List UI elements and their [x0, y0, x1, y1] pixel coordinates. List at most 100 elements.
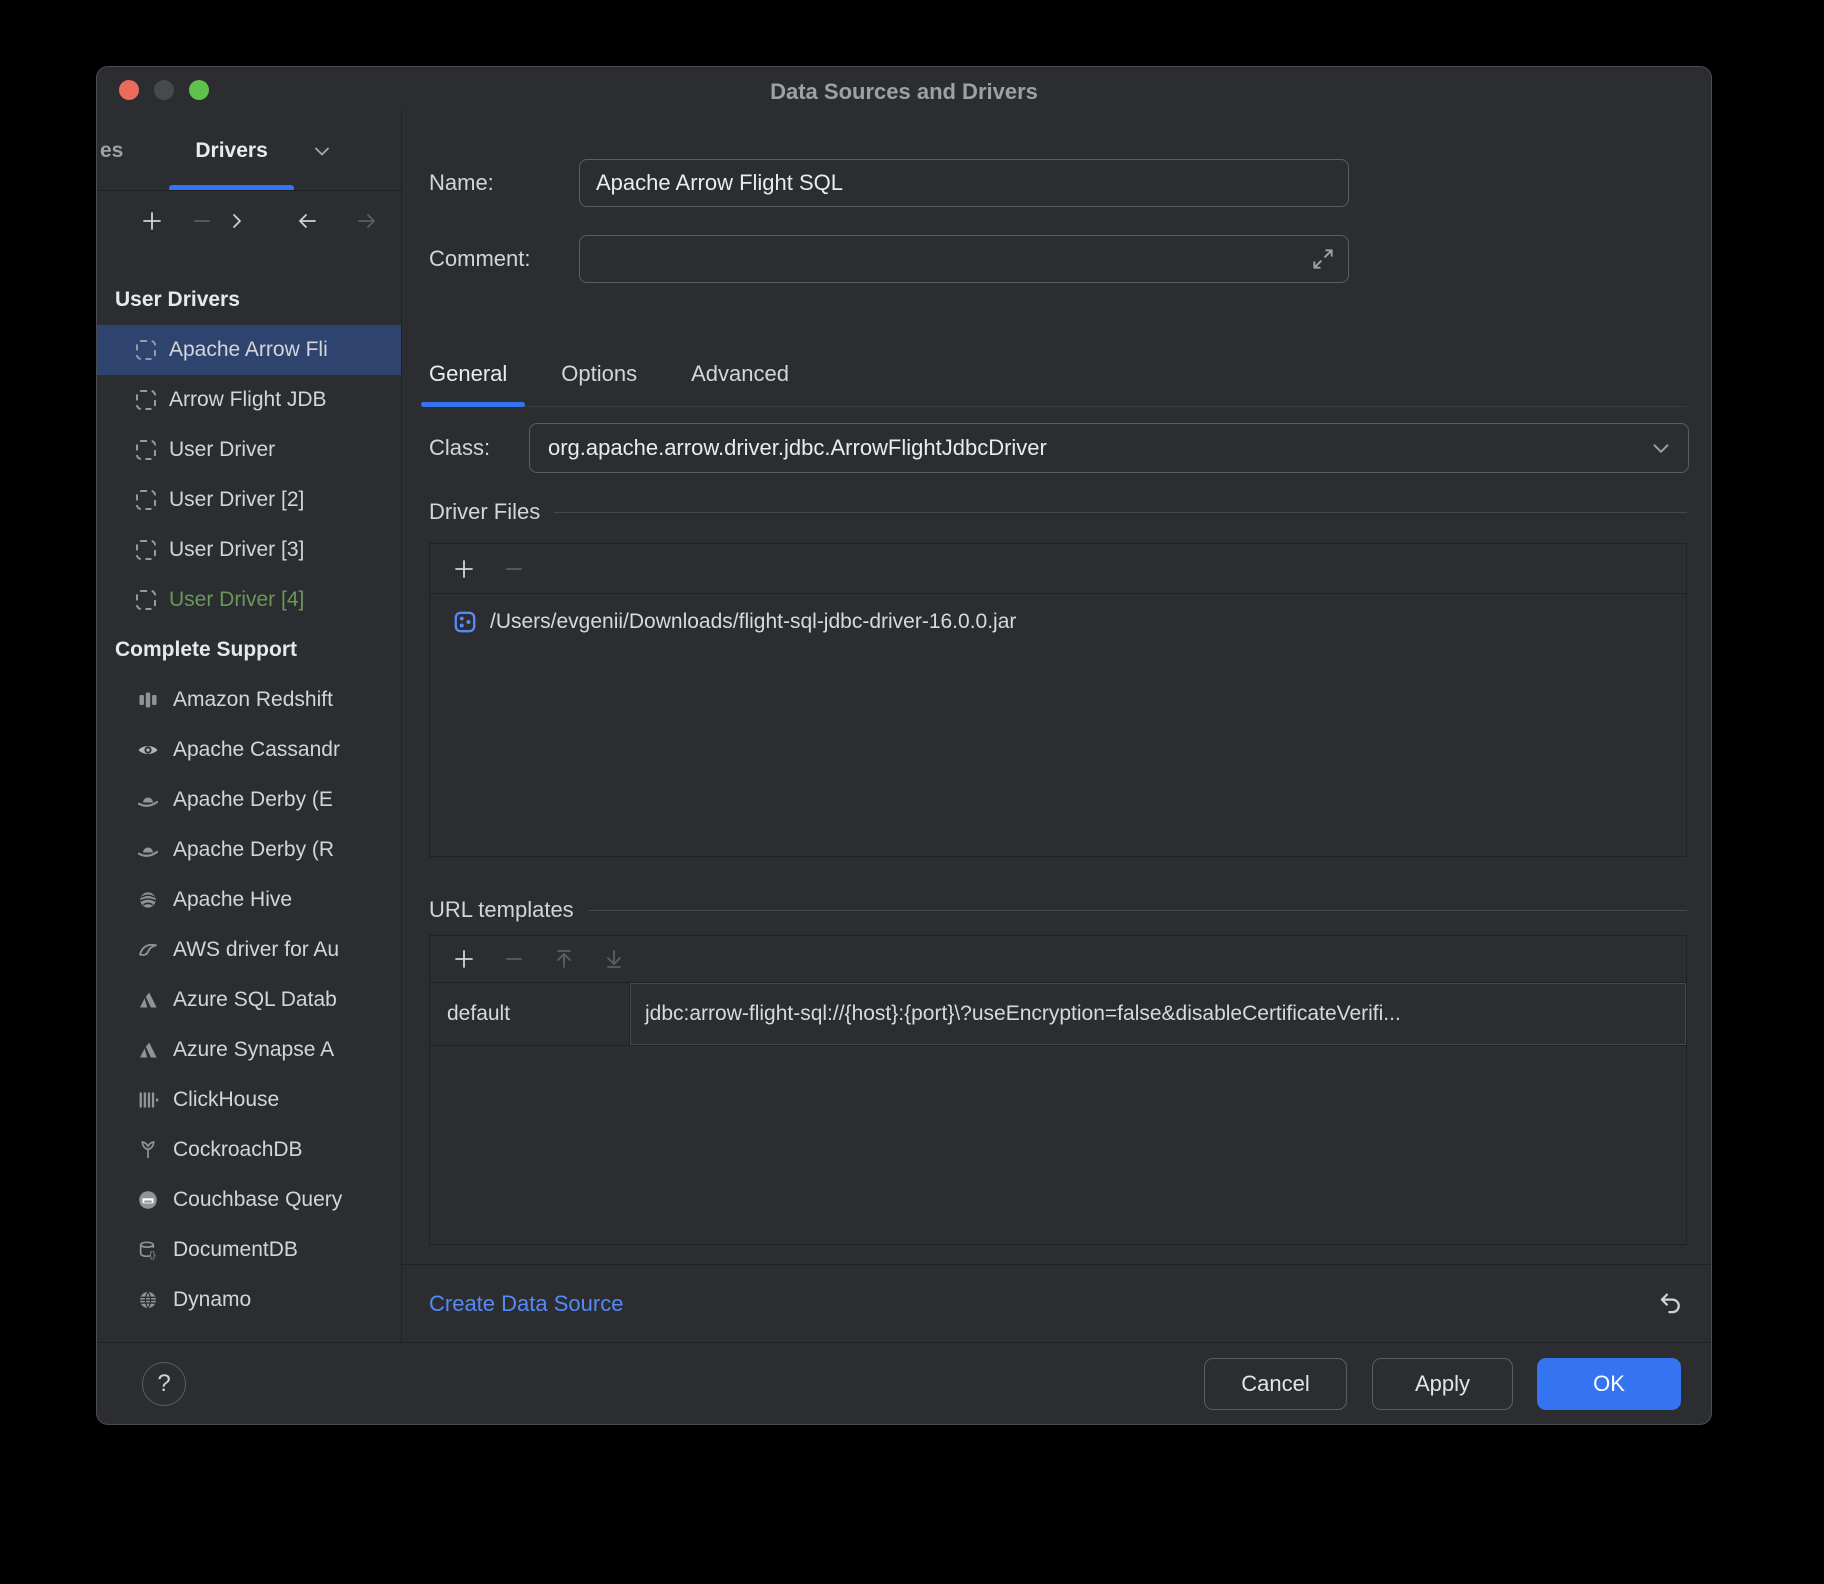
driver-list: User DriversApache Arrow FliArrow Flight…: [97, 251, 401, 1342]
driver-list-item[interactable]: Apache Derby (E: [97, 775, 401, 825]
driver-list-item[interactable]: Apache Arrow Fli: [97, 325, 401, 375]
driver-file-row[interactable]: /Users/evgenii/Downloads/flight-sql-jdbc…: [430, 600, 1686, 644]
add-icon[interactable]: [452, 947, 476, 971]
driver-list-item[interactable]: Azure Synapse A: [97, 1025, 401, 1075]
tab-options-label: Options: [561, 361, 637, 387]
section-rule: [554, 512, 1687, 513]
move-up-icon[interactable]: [552, 947, 576, 971]
driver-item-label: Azure Synapse A: [173, 1038, 334, 1062]
driver-files-toolbar: [430, 544, 1686, 594]
driver-list-item[interactable]: Apache Derby (R: [97, 825, 401, 875]
active-tab-underline: [169, 185, 293, 190]
data-sources-and-drivers-dialog: Data Sources and Drivers es Drivers User…: [96, 66, 1712, 1425]
add-icon[interactable]: [452, 557, 476, 581]
driver-files-box: /Users/evgenii/Downloads/flight-sql-jdbc…: [429, 543, 1687, 857]
name-label: Name:: [429, 170, 579, 196]
driver-item-label: User Driver: [169, 438, 275, 462]
driver-list-item[interactable]: Apache Cassandr: [97, 725, 401, 775]
tab-advanced-label: Advanced: [691, 361, 789, 387]
driver-detail-panel: Name: Apache Arrow Flight SQL Comment:: [402, 111, 1711, 1342]
section-header-complete-support: Complete Support: [97, 625, 401, 675]
jdbc-driver-icon: [136, 490, 156, 510]
tab-drivers[interactable]: Drivers: [169, 111, 293, 190]
url-templates-toolbar: [430, 936, 1686, 983]
forward-icon[interactable]: [355, 209, 379, 233]
add-icon[interactable]: [140, 209, 164, 233]
driver-list-item[interactable]: {}DocumentDB: [97, 1225, 401, 1275]
window-controls: [119, 80, 209, 100]
driver-list-item[interactable]: Azure SQL Datab: [97, 975, 401, 1025]
name-input[interactable]: Apache Arrow Flight SQL: [579, 159, 1349, 207]
driver-list-item[interactable]: Apache Hive: [97, 875, 401, 925]
undo-icon[interactable]: [1655, 1289, 1685, 1319]
jar-file-icon: [452, 609, 478, 635]
driver-item-label: Apache Hive: [173, 888, 292, 912]
apply-button[interactable]: Apply: [1372, 1358, 1513, 1410]
minimize-window-button[interactable]: [154, 80, 174, 100]
move-down-icon[interactable]: [602, 947, 626, 971]
redshift-icon: [136, 688, 160, 712]
driver-list-item[interactable]: Arrow Flight JDB: [97, 375, 401, 425]
chevron-down-icon[interactable]: [310, 139, 334, 163]
cancel-button[interactable]: Cancel: [1204, 1358, 1347, 1410]
help-button[interactable]: ?: [142, 1362, 186, 1406]
derby-icon: [136, 838, 160, 862]
driver-item-label: User Driver [3]: [169, 538, 304, 562]
name-value: Apache Arrow Flight SQL: [596, 170, 843, 196]
driver-list-item[interactable]: User Driver [4]: [97, 575, 401, 625]
ok-button[interactable]: OK: [1537, 1358, 1681, 1410]
class-dropdown[interactable]: org.apache.arrow.driver.jdbc.ArrowFlight…: [529, 423, 1689, 473]
aws-icon: [136, 938, 160, 962]
driver-list-item[interactable]: ClickHouse: [97, 1075, 401, 1125]
jdbc-driver-icon: [136, 540, 156, 560]
class-value: org.apache.arrow.driver.jdbc.ArrowFlight…: [548, 435, 1047, 461]
url-template-value-cell[interactable]: jdbc:arrow-flight-sql://{host}:{port}\?u…: [630, 983, 1686, 1045]
active-tab-underline: [421, 402, 525, 407]
driver-list-item[interactable]: AWS driver for Au: [97, 925, 401, 975]
driver-item-label: AWS driver for Au: [173, 938, 339, 962]
url-templates-header: URL templates: [429, 897, 574, 923]
driver-item-label: Amazon Redshift: [173, 688, 333, 712]
jdbc-driver-icon: [136, 340, 156, 360]
drivers-sidebar: es Drivers User DriversApache Arrow FliA…: [97, 111, 402, 1342]
url-template-row[interactable]: default jdbc:arrow-flight-sql://{host}:{…: [430, 983, 1686, 1046]
driver-item-label: Apache Cassandr: [173, 738, 340, 762]
remove-icon[interactable]: [502, 557, 526, 581]
detail-tabs: General Options Advanced: [429, 341, 1687, 407]
dynamo-icon: [136, 1288, 160, 1312]
comment-label: Comment:: [429, 246, 579, 272]
remove-icon[interactable]: [190, 209, 214, 233]
svg-text:{}: {}: [149, 1250, 155, 1261]
screen-background: Data Sources and Drivers es Drivers User…: [0, 0, 1824, 1584]
tab-options[interactable]: Options: [561, 341, 637, 406]
tab-general[interactable]: General: [429, 341, 507, 406]
driver-list-item[interactable]: User Driver: [97, 425, 401, 475]
driver-item-label: CockroachDB: [173, 1138, 303, 1162]
back-icon[interactable]: [295, 209, 319, 233]
sidebar-toolbar: [97, 191, 401, 251]
url-template-name-cell[interactable]: default: [430, 983, 630, 1045]
expand-icon[interactable]: [1310, 246, 1336, 272]
driver-list-item[interactable]: CockroachDB: [97, 1125, 401, 1175]
clickhouse-icon: [136, 1088, 160, 1112]
remove-icon[interactable]: [502, 947, 526, 971]
driver-list-item[interactable]: Dynamo: [97, 1275, 401, 1325]
driver-list-item[interactable]: Couchbase Query: [97, 1175, 401, 1225]
cassandra-icon: [136, 738, 160, 762]
driver-item-label: Apache Derby (E: [173, 788, 333, 812]
driver-item-label: Apache Derby (R: [173, 838, 334, 862]
driver-list-item[interactable]: User Driver [2]: [97, 475, 401, 525]
tab-data-sources-clipped[interactable]: es: [100, 139, 123, 163]
comment-input[interactable]: [579, 235, 1349, 283]
jdbc-driver-icon: [136, 390, 156, 410]
close-window-button[interactable]: [119, 80, 139, 100]
driver-item-label: User Driver [4]: [169, 588, 304, 612]
tab-advanced[interactable]: Advanced: [691, 341, 789, 406]
driver-item-label: Arrow Flight JDB: [169, 388, 327, 412]
zoom-window-button[interactable]: [189, 80, 209, 100]
dialog-title: Data Sources and Drivers: [97, 67, 1711, 117]
driver-list-item[interactable]: User Driver [3]: [97, 525, 401, 575]
show-icon[interactable]: [225, 209, 249, 233]
driver-list-item[interactable]: Amazon Redshift: [97, 675, 401, 725]
create-data-source-link[interactable]: Create Data Source: [429, 1291, 623, 1317]
